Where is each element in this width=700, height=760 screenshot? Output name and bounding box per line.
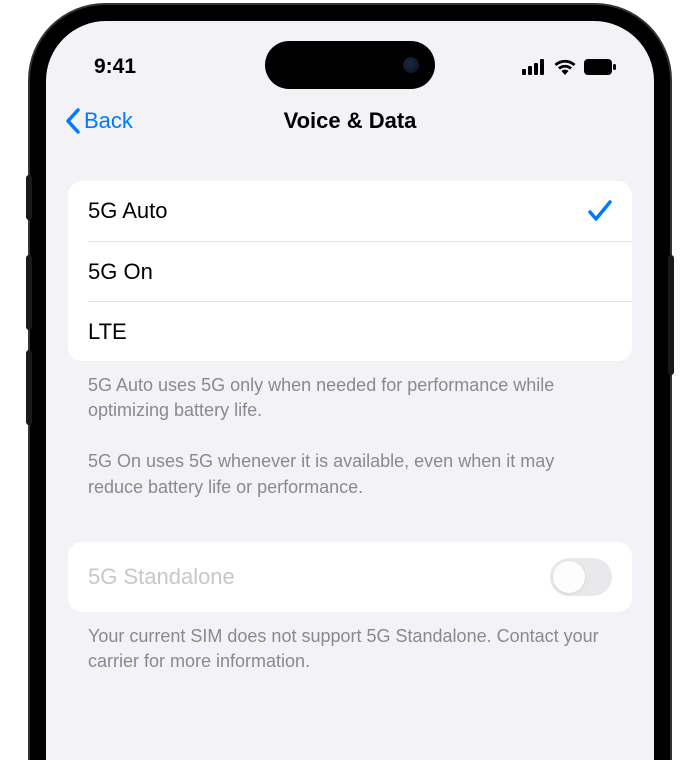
- chevron-left-icon: [64, 108, 82, 134]
- screen: 9:41: [46, 21, 654, 760]
- side-button: [26, 175, 32, 220]
- standalone-label: 5G Standalone: [88, 564, 235, 590]
- back-button[interactable]: Back: [64, 108, 133, 134]
- voice-data-options: 5G Auto 5G On LTE: [68, 181, 632, 361]
- side-button: [26, 255, 32, 330]
- help-text-5g-auto: 5G Auto uses 5G only when needed for per…: [68, 361, 632, 423]
- front-camera: [403, 57, 419, 73]
- nav-bar: Back Voice & Data: [46, 91, 654, 151]
- status-time: 9:41: [94, 55, 136, 79]
- status-indicators: [522, 59, 616, 75]
- option-label: LTE: [88, 319, 127, 345]
- content: 5G Auto 5G On LTE 5G Auto uses 5G only w…: [46, 151, 654, 674]
- standalone-row[interactable]: 5G Standalone: [68, 542, 632, 612]
- toggle-knob: [553, 561, 585, 593]
- side-button: [668, 255, 674, 375]
- back-label: Back: [84, 108, 133, 134]
- standalone-footer: Your current SIM does not support 5G Sta…: [68, 612, 632, 674]
- standalone-toggle[interactable]: [550, 558, 612, 596]
- help-text-5g-on: 5G On uses 5G whenever it is available, …: [68, 437, 632, 499]
- page-title: Voice & Data: [46, 108, 654, 134]
- option-5g-on[interactable]: 5G On: [88, 241, 632, 301]
- battery-icon: [584, 59, 616, 75]
- wifi-icon: [554, 59, 576, 75]
- cellular-signal-icon: [522, 59, 546, 75]
- option-lte[interactable]: LTE: [88, 301, 632, 361]
- checkmark-icon: [588, 200, 612, 222]
- side-button: [26, 350, 32, 425]
- dynamic-island: [265, 41, 435, 89]
- option-label: 5G Auto: [88, 198, 168, 224]
- phone-frame: 9:41: [30, 5, 670, 760]
- option-label: 5G On: [88, 259, 153, 285]
- option-5g-auto[interactable]: 5G Auto: [68, 181, 632, 241]
- standalone-group: 5G Standalone: [68, 542, 632, 612]
